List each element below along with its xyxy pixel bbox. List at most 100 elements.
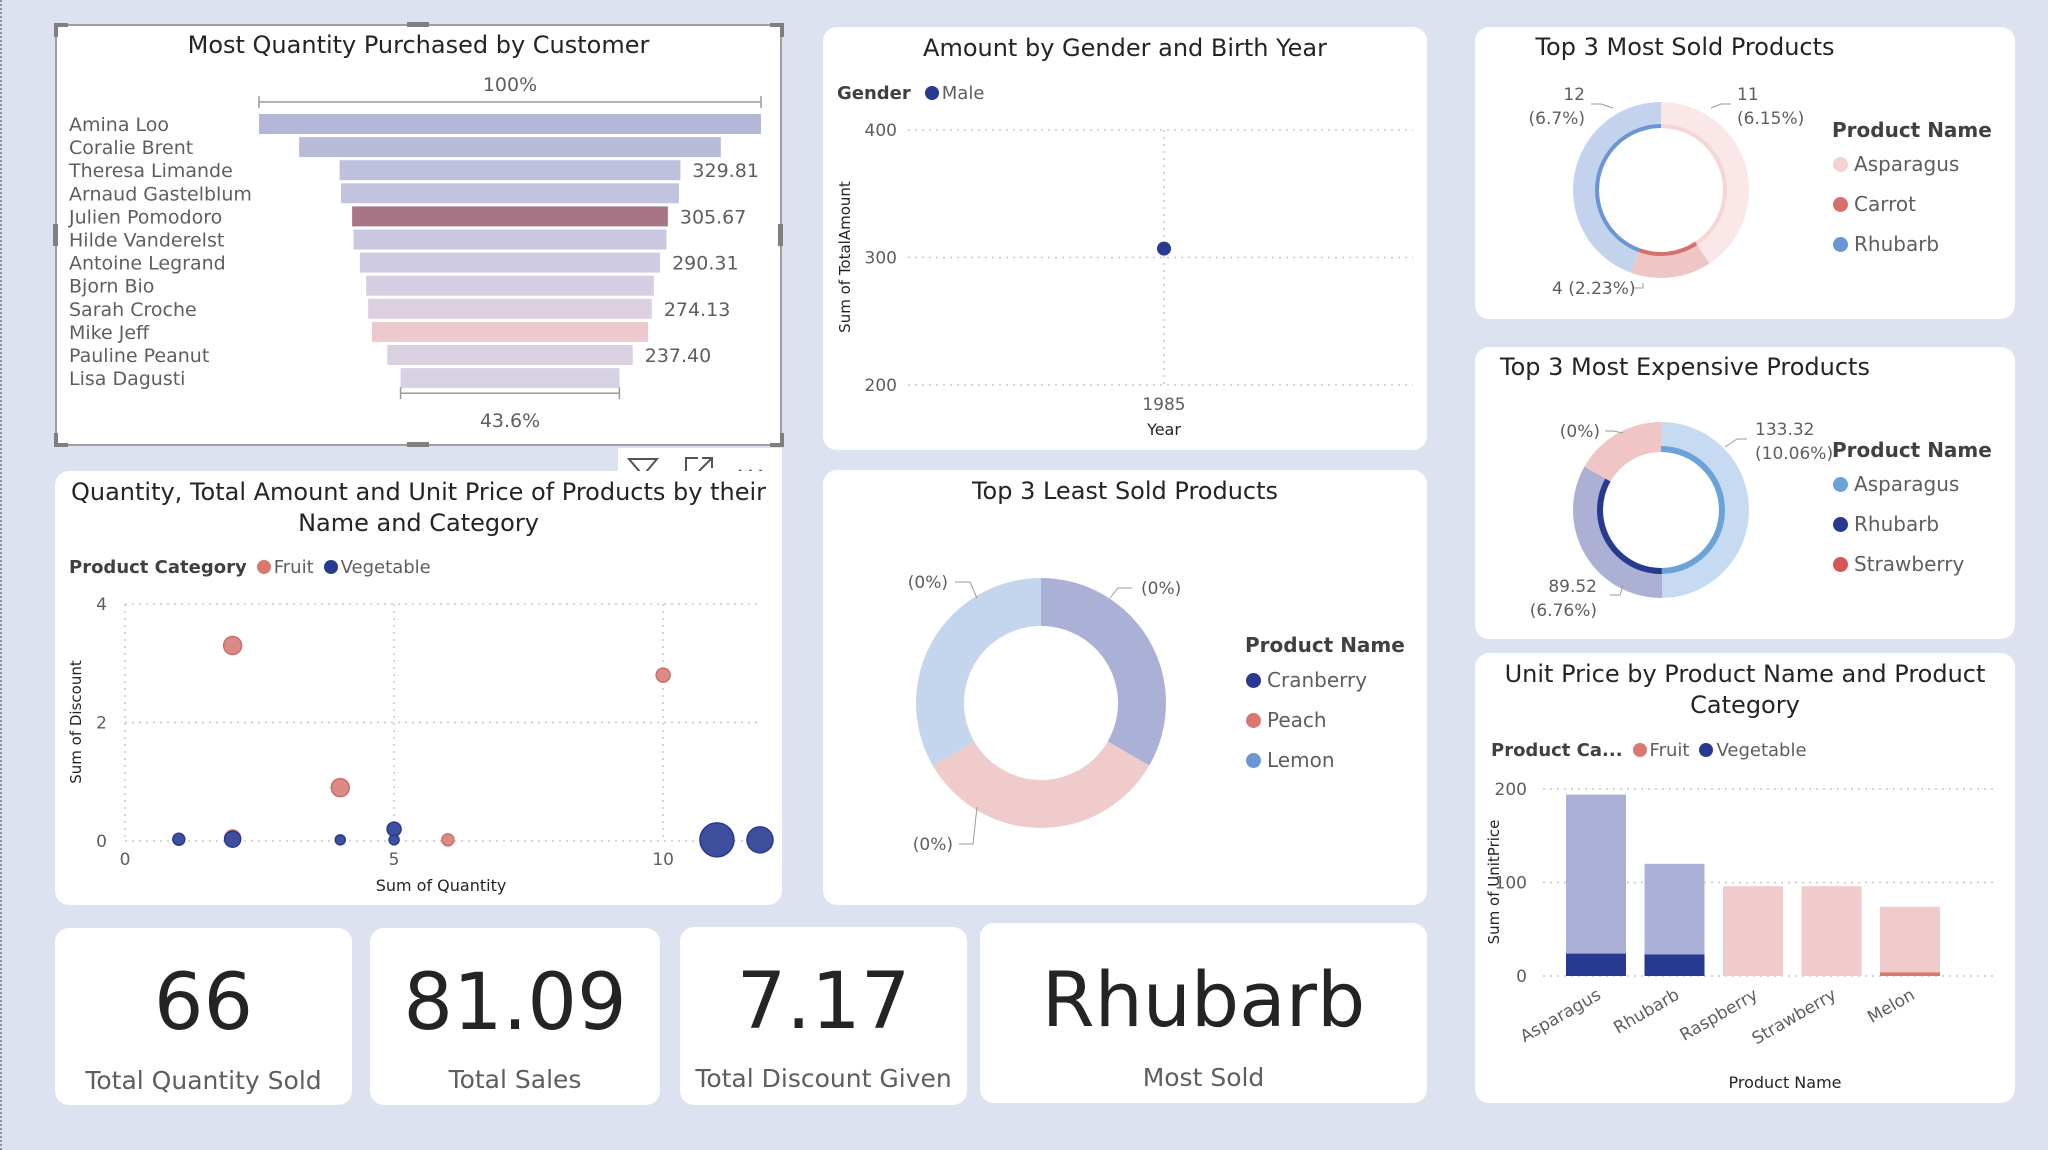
legend-item-strawberry[interactable]: Strawberry (1833, 552, 1964, 576)
gender-y-tick: 200 (865, 376, 897, 396)
scatter-x-axis-title: Sum of Quantity (376, 876, 507, 895)
legend-item-asparagus[interactable]: Asparagus (1833, 152, 1959, 176)
scatter-point (223, 830, 242, 848)
scatter-x-tick: 10 (652, 850, 674, 870)
funnel-customer-label: Mike Jeff (69, 322, 150, 344)
legend-label: Rhubarb (1854, 232, 1940, 256)
top-expensive-leader (1605, 430, 1624, 434)
unit-price-x-tick: Raspberry (1677, 985, 1762, 1046)
funnel-bar (366, 275, 654, 296)
resize-handle-top[interactable] (407, 22, 429, 27)
scatter-card[interactable]: Quantity, Total Amount and Unit Price of… (55, 471, 782, 905)
funnel-data-label: 290.31 (672, 253, 738, 275)
funnel-bar (359, 252, 661, 273)
unit-price-bar (1566, 794, 1626, 954)
legend-item-lemon[interactable]: Lemon (1246, 748, 1335, 772)
scatter-point (334, 834, 347, 846)
resize-handle-tl-v[interactable] (54, 23, 58, 37)
least-sold-leader (955, 581, 978, 599)
top-expensive-label: (6.76%) (1530, 601, 1597, 621)
top-expensive-legend-title: Product Name (1832, 438, 1992, 462)
funnel-customer-label: Arnaud Gastelblum (69, 183, 252, 205)
legend-dot (1246, 753, 1261, 768)
funnel-customer-label: Sarah Croche (69, 299, 197, 321)
resize-handle-right[interactable] (778, 224, 783, 246)
legend-item-peach[interactable]: Peach (1246, 708, 1327, 732)
scatter-point (441, 833, 455, 847)
funnel-card[interactable]: Most Quantity Purchased by Customer 100%… (55, 24, 782, 446)
legend-label: Rhubarb (1854, 512, 1940, 536)
legend-dot (1833, 197, 1848, 212)
funnel-chart: 100% Amina LooCoralie BrentTheresa Limand… (68, 74, 762, 432)
unit-price-bar (1880, 972, 1940, 976)
legend-dot (1833, 477, 1848, 492)
legend-label: Cranberry (1267, 668, 1368, 692)
kpi-total-discount-label: Total Discount Given (695, 1064, 952, 1093)
least-sold-label: (0%) (908, 573, 948, 593)
kpi-total-discount-card[interactable]: 7.17 Total Discount Given (680, 927, 967, 1105)
funnel-top-pct: 100% (483, 74, 537, 96)
legend-dot (1833, 557, 1848, 572)
least-sold-card[interactable]: Top 3 Least Sold Products (0%) (0%) (0%) P… (823, 470, 1427, 905)
unit-price-y-tick: 0 (1516, 967, 1527, 987)
funnel-customer-label: Lisa Dagusti (69, 368, 185, 390)
legend-item-carrot[interactable]: Carrot (1833, 192, 1916, 216)
kpi-total-quantity-card[interactable]: 66 Total Quantity Sold (55, 928, 352, 1105)
scatter-x-tick: 0 (120, 850, 131, 870)
scatter-y-axis-title: Sum of Discount (67, 660, 85, 784)
unit-price-x-tick: Melon (1864, 985, 1918, 1028)
gender-chart: 400 300 200 1985 Year Sum of TotalAmount (836, 121, 1413, 439)
legend-label: Lemon (1267, 748, 1335, 772)
funnel-data-label: 329.81 (692, 160, 758, 182)
funnel-customer-label: Theresa Limande (68, 160, 233, 182)
scatter-point (699, 822, 735, 858)
scatter-point (746, 826, 774, 854)
funnel-data-label: 274.13 (664, 299, 730, 321)
resize-handle-left[interactable] (53, 224, 58, 246)
unit-price-bar (1723, 886, 1783, 976)
scatter-chart: 4 2 00 5 10 Sum of Quantity Sum of Discount (67, 595, 774, 895)
scatter-y-tick: 0 (96, 832, 107, 852)
resize-handle-bl-v[interactable] (54, 433, 58, 447)
scatter-x-tick: 5 (389, 850, 400, 870)
legend-item-cranberry[interactable]: Cranberry (1246, 668, 1367, 692)
top-sold-card[interactable]: Top 3 Most Sold Products 11 (6.15%) 12 (6.7… (1475, 27, 2015, 319)
funnel-customer-label: Antoine Legrand (69, 253, 226, 275)
resize-handle-bottom[interactable] (407, 442, 429, 447)
legend-dot (1246, 713, 1261, 728)
top-expensive-label: (10.06%) (1755, 444, 1833, 464)
top-sold-leader (1591, 103, 1614, 109)
funnel-bar (387, 345, 633, 365)
scatter-point (388, 834, 400, 846)
top-sold-label: (6.7%) (1529, 109, 1585, 129)
unit-price-bar (1644, 954, 1705, 976)
top-sold-label: 4 (2.23%) (1552, 279, 1636, 299)
least-sold-label: (0%) (1141, 579, 1181, 599)
least-sold-leader (1109, 587, 1132, 599)
resize-handle-tr-v[interactable] (780, 23, 784, 37)
legend-item-rhubarb[interactable]: Rhubarb (1833, 512, 1939, 536)
funnel-customer-label: Julien Pomodoro (68, 206, 222, 228)
kpi-most-sold-label: Most Sold (1142, 1063, 1265, 1092)
legend-dot (1833, 517, 1848, 532)
funnel-bar (352, 206, 668, 227)
legend-label: Peach (1267, 708, 1327, 732)
kpi-most-sold-card[interactable]: Rhubarb Most Sold (980, 923, 1427, 1103)
unit-price-chart: 2001000Sum of UnitPriceProduct NameAspar… (1485, 780, 1995, 1092)
kpi-total-sales-card[interactable]: 81.09 Total Sales (370, 928, 660, 1105)
top-expensive-label: 133.32 (1755, 420, 1814, 440)
top-sold-label: 12 (1563, 85, 1585, 105)
funnel-data-label: 305.67 (680, 206, 746, 228)
kpi-total-quantity-label: Total Quantity Sold (85, 1066, 322, 1095)
funnel-bar (259, 114, 761, 134)
least-sold-slice (1041, 578, 1166, 766)
unit-price-bar (1880, 906, 1940, 973)
legend-item-rhubarb[interactable]: Rhubarb (1833, 232, 1939, 256)
top-expensive-label: (0%) (1560, 422, 1600, 442)
gender-card[interactable]: Amount by Gender and Birth Year Gender Ma… (823, 27, 1427, 450)
unit-price-card[interactable]: Unit Price by Product Name and Product C… (1475, 653, 2015, 1103)
legend-item-asparagus[interactable]: Asparagus (1833, 472, 1959, 496)
resize-handle-br-v[interactable] (780, 433, 784, 447)
funnel-customer-label: Amina Loo (69, 114, 169, 136)
top-expensive-card[interactable]: Top 3 Most Expensive Products 133.32 (10.… (1475, 347, 2015, 639)
